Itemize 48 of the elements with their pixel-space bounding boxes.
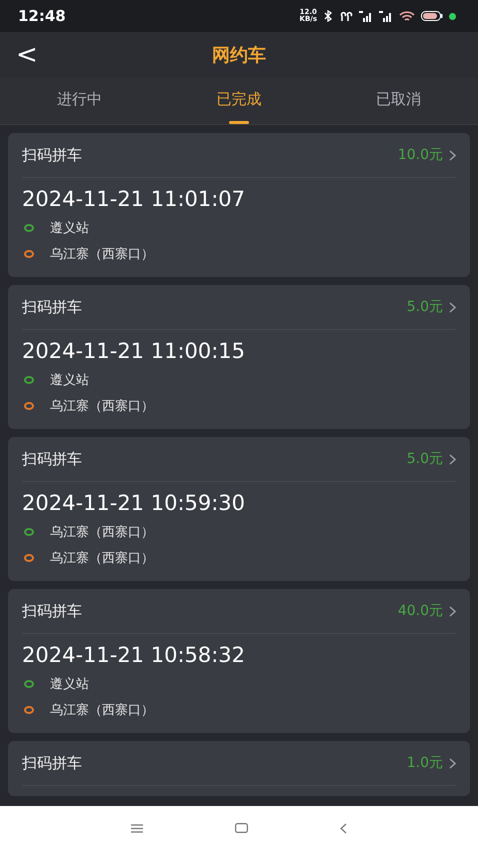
order-price: 40.0元 xyxy=(398,602,443,620)
menu-icon xyxy=(131,824,143,832)
tab[interactable]: 进行中 xyxy=(53,78,106,124)
chevron-right-icon xyxy=(449,758,456,768)
order-time: 2024-11-21 11:00:15 xyxy=(22,339,246,363)
bluetooth-icon xyxy=(323,10,333,22)
status-dot-icon xyxy=(449,12,456,20)
stop-name: 乌江寨（西寨口） xyxy=(50,702,154,719)
tab[interactable]: 已完成 xyxy=(212,78,266,124)
order-price: 5.0元 xyxy=(406,298,443,316)
order-price: 1.0元 xyxy=(406,754,443,772)
back-button[interactable]: < xyxy=(6,42,48,68)
chevron-right-icon xyxy=(449,302,456,312)
order-time: 2024-11-21 10:58:32 xyxy=(22,643,246,667)
stop-name: 遵义站 xyxy=(50,372,89,389)
ride-type: 扫码拼车 xyxy=(22,146,83,164)
back-icon xyxy=(340,822,347,834)
stop-name: 乌江寨（西寨口） xyxy=(50,246,154,263)
ride-type: 扫码拼车 xyxy=(22,754,83,772)
order-time: 2024-11-21 10:59:30 xyxy=(22,491,246,515)
stop-name: 遵义站 xyxy=(50,220,89,237)
order-card[interactable]: 扫码拼车 10.0元 2024-11-21 11:01:07 遵义站 乌江寨（西寨口） xyxy=(8,133,470,277)
status-time: 12:48 xyxy=(18,7,66,25)
signal-icon xyxy=(359,10,373,22)
order-card[interactable]: 扫码拼车 1.0元 xyxy=(8,741,470,796)
order-price: 5.0元 xyxy=(406,450,443,468)
stop-name: 乌江寨（西寨口） xyxy=(50,550,154,567)
order-price: 10.0元 xyxy=(398,146,443,164)
stop-name: 乌江寨（西寨口） xyxy=(50,398,154,415)
order-card[interactable]: 扫码拼车 40.0元 2024-11-21 10:58:32 遵义站 乌江寨（西寨口） xyxy=(8,589,470,733)
order-time: 2024-11-21 11:01:07 xyxy=(22,187,246,211)
chevron-right-icon xyxy=(449,454,456,464)
earbuds-icon xyxy=(339,10,353,22)
stop-name: 乌江寨（西寨口） xyxy=(50,524,154,541)
order-card[interactable]: 扫码拼车 5.0元 2024-11-21 11:00:15 遵义站 乌江寨（西寨口） xyxy=(8,285,470,429)
ride-type: 扫码拼车 xyxy=(22,602,83,620)
ride-type: 扫码拼车 xyxy=(22,298,83,316)
chevron-right-icon xyxy=(449,606,456,616)
wifi-icon xyxy=(399,10,415,22)
ride-type: 扫码拼车 xyxy=(22,450,83,468)
home-icon xyxy=(235,823,248,833)
order-card[interactable]: 扫码拼车 5.0元 2024-11-21 10:59:30 乌江寨（西寨口） 乌江寨（西寨口） xyxy=(8,437,470,581)
signal-icon xyxy=(379,10,393,22)
stop-name: 遵义站 xyxy=(50,676,89,693)
page-title: 网约车 xyxy=(212,44,266,67)
battery-icon xyxy=(421,11,443,21)
tab[interactable]: 已取消 xyxy=(372,78,425,124)
chevron-right-icon xyxy=(449,150,456,160)
